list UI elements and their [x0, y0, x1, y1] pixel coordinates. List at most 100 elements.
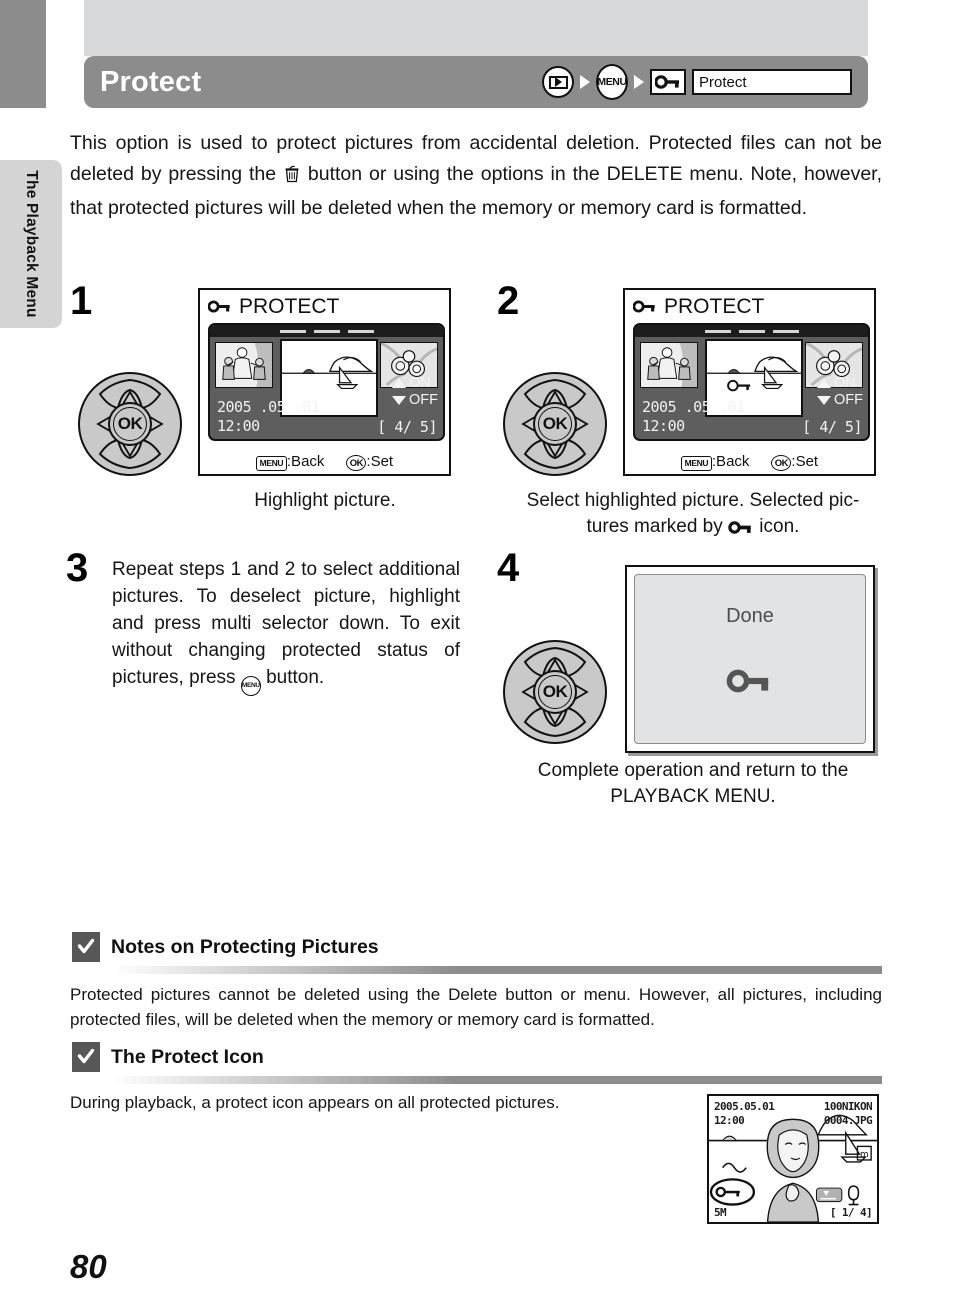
note-1-title: Notes on Protecting Pictures: [111, 935, 379, 958]
step-2-number: 2: [497, 279, 520, 323]
menu-badge-icon: MENU: [255, 455, 287, 471]
playback-folder: 100NIKON: [823, 1100, 873, 1113]
step-4-caption-line2: PLAYBACK MENU.: [610, 786, 776, 807]
protect-key-icon: [725, 669, 775, 698]
check-icon: [72, 932, 100, 962]
protect-key-icon: [728, 516, 754, 542]
note-2-title: The Protect Icon: [111, 1045, 264, 1068]
ok-badge-icon: OK: [346, 455, 367, 471]
lcd-title-text: PROTECT: [664, 294, 765, 318]
playback-quality: 5M: [714, 1206, 727, 1219]
step-4-caption: Complete operation and return to the PLAY…: [493, 758, 893, 810]
lcd-footer-back-text: :Back: [711, 453, 750, 470]
lcd-screen-area: ON OFF 2005 .05 .01 12:00 [ 4/ 5]: [633, 323, 870, 441]
menu-item-protect-field[interactable]: Protect: [692, 69, 852, 95]
step-2-caption-line2-post: icon.: [754, 516, 800, 537]
note-1-body: Protected pictures cannot be deleted usi…: [70, 985, 882, 1029]
lcd-frame-counter: [ 4/ 5]: [802, 418, 862, 436]
protect-key-icon: [208, 300, 230, 313]
step-3-body: Repeat steps 1 and 2 to select additiona…: [112, 556, 460, 696]
playback-button-icon: [542, 66, 574, 98]
check-icon: [72, 1042, 100, 1072]
lcd-title-row: PROTECT: [200, 290, 449, 323]
lcd-time: 12:00: [217, 417, 260, 435]
side-tab: [0, 0, 46, 108]
svg-text:m: m: [860, 1150, 869, 1160]
ok-button[interactable]: OK: [533, 402, 577, 446]
playback-time: 12:00: [714, 1114, 745, 1127]
ok-badge-icon: OK: [771, 455, 792, 471]
lcd-footer-back-text: :Back: [286, 453, 325, 470]
done-confirmation-panel: Done: [625, 565, 875, 753]
step-2-caption: Select highlighted picture. Selected pic…: [493, 488, 893, 542]
multi-selector-step1[interactable]: OK: [78, 372, 182, 476]
step-3-number: 3: [66, 546, 89, 590]
triangle-up-icon: [817, 379, 831, 388]
lcd-footer: MENU:Back OK:Set: [625, 452, 874, 471]
lcd-on-off-indicator: ON OFF: [392, 375, 438, 409]
lcd-datetime: 2005 .05 .01 12:00: [217, 398, 320, 436]
playback-date: 2005.05.01: [714, 1100, 775, 1113]
step-3-body-post: button.: [260, 667, 325, 688]
note-1-rule: [112, 966, 882, 974]
playback-sample-image: m 2005.05.01 12:00 100NIKON 0004.JPG 5M …: [707, 1094, 879, 1224]
menu-button-icon: MENU: [596, 64, 628, 100]
note-2-header: The Protect Icon: [72, 1042, 264, 1072]
lcd-datetime: 2005 .05 .01 12:00: [642, 398, 745, 436]
lcd-title-row: PROTECT: [625, 290, 874, 323]
lcd-footer-set-text: :Set: [791, 452, 819, 470]
triangle-down-icon: [392, 396, 406, 405]
lcd-off-label: OFF: [409, 392, 438, 408]
note-2-rule: [112, 1076, 882, 1084]
lcd-footer-set-text: :Set: [366, 452, 394, 470]
trash-can-icon: [285, 162, 299, 193]
chapter-tab: The Playback Menu: [0, 160, 62, 328]
lcd-footer: MENU:Back OK:Set: [200, 452, 449, 471]
chevron-right-icon: [634, 75, 644, 89]
page-header: Protect MENU Protect: [84, 56, 868, 108]
ok-button[interactable]: OK: [108, 402, 152, 446]
protect-key-icon: [633, 300, 655, 313]
lcd-top-bar: [210, 325, 443, 337]
done-panel-inner: [634, 574, 866, 744]
ok-button[interactable]: OK: [533, 670, 577, 714]
menu-button-icon: MENU: [240, 675, 261, 696]
top-band: [84, 0, 868, 56]
step-4-number: 4: [497, 546, 520, 590]
triangle-up-icon: [392, 379, 406, 388]
step-4-caption-line1: Complete operation and return to the: [537, 760, 849, 781]
protect-key-icon: [650, 69, 686, 95]
lcd-top-bar: [635, 325, 868, 337]
thumbnail-family[interactable]: [640, 342, 698, 388]
playback-frame-counter: [ 1/ 4]: [829, 1206, 873, 1219]
chapter-tab-label: The Playback Menu: [23, 170, 40, 318]
lcd-date: 2005 .05 .01: [217, 398, 320, 416]
note-1-header: Notes on Protecting Pictures: [72, 932, 379, 962]
triangle-down-icon: [817, 396, 831, 405]
intro-paragraph: This option is used to protect pictures …: [70, 128, 882, 224]
lcd-on-off-indicator: ON OFF: [817, 375, 863, 409]
menu-badge-icon: MENU: [680, 455, 712, 471]
lcd-frame-counter: [ 4/ 5]: [377, 418, 437, 436]
step-1-caption: Highlight picture.: [254, 490, 396, 511]
chevron-right-icon: [580, 75, 590, 89]
step-2-caption-line2-pre: tures marked by: [586, 516, 729, 537]
lcd-on-label: ON: [409, 375, 431, 391]
done-label: Done: [726, 605, 774, 627]
page-number: 80: [70, 1248, 107, 1285]
lcd-screenshot-step1: PROTECT ON OFF 2005 .05 .01 12:00 [4/ 5…: [198, 288, 451, 476]
lcd-screenshot-step2: PROTECT ON OFF 2005 .05 .01 12:00 [4/ 5…: [623, 288, 876, 476]
step-1-number: 1: [70, 279, 93, 323]
lcd-date: 2005 .05 .01: [642, 398, 745, 416]
note-2-body: During playback, a protect icon appears …: [70, 1093, 560, 1112]
thumbnail-family[interactable]: [215, 342, 273, 388]
breadcrumb: MENU Protect: [542, 64, 852, 100]
page-title: Protect: [100, 65, 202, 98]
step-2-caption-line1: Select highlighted picture. Selected pic…: [526, 490, 860, 511]
lcd-title-text: PROTECT: [239, 294, 340, 318]
lcd-time: 12:00: [642, 417, 685, 435]
multi-selector-step4[interactable]: OK: [503, 640, 607, 744]
playback-filename: 0004.JPG: [823, 1114, 873, 1127]
lcd-screen-area: ON OFF 2005 .05 .01 12:00 [ 4/ 5]: [208, 323, 445, 441]
multi-selector-step2[interactable]: OK: [503, 372, 607, 476]
